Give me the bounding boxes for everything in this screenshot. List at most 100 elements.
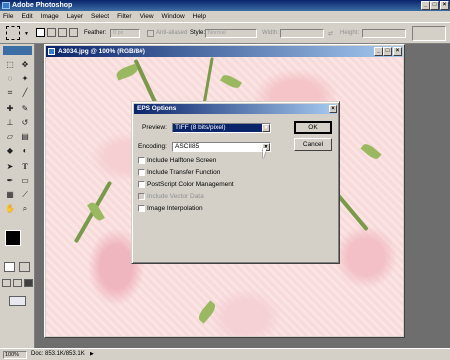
- width-label: Width:: [262, 30, 280, 36]
- subtract-selection-icon[interactable]: [58, 28, 67, 37]
- brush-icon[interactable]: ✎: [18, 102, 32, 115]
- photoshop-logo-icon: [2, 2, 10, 9]
- leaf: [360, 141, 382, 162]
- screen-mode-full-icon[interactable]: [24, 279, 33, 287]
- checkbox-label: PostScript Color Management: [147, 181, 234, 188]
- eyedropper-icon[interactable]: ⟋: [18, 188, 32, 201]
- lasso-icon[interactable]: ◌: [3, 72, 17, 85]
- postscript-color-checkbox[interactable]: PostScript Color Management: [138, 180, 234, 189]
- checkbox-label: Image Interpolation: [147, 205, 203, 212]
- toolbox-header: [3, 46, 32, 55]
- slice-icon[interactable]: ╱: [18, 86, 32, 99]
- checkbox-box[interactable]: [138, 169, 145, 176]
- menu-help[interactable]: Help: [189, 11, 210, 22]
- healing-brush-icon[interactable]: ✚: [3, 102, 17, 115]
- width-field[interactable]: [280, 29, 324, 38]
- menu-image[interactable]: Image: [37, 11, 63, 22]
- screen-mode-standard-icon[interactable]: [2, 279, 11, 287]
- toolbox: ⬚ ✥ ◌ ✦ ⌗ ╱ ✚ ✎ ⊥ ↺ ▱ ▤ ◆ ◐ ➤ T ✒ ▭ ▦ ⟋ …: [0, 44, 35, 348]
- menu-view[interactable]: View: [136, 11, 158, 22]
- menu-filter[interactable]: Filter: [113, 11, 135, 22]
- eraser-icon[interactable]: ▱: [3, 130, 17, 143]
- menu-window[interactable]: Window: [158, 11, 189, 22]
- quick-mask-icon[interactable]: [19, 262, 30, 272]
- crop-icon[interactable]: ⌗: [3, 86, 17, 99]
- app-title-bar: Adobe Photoshop _ □ ×: [0, 0, 450, 11]
- image-interpolation-checkbox[interactable]: Image Interpolation: [138, 204, 203, 213]
- style-label: Style:: [190, 30, 206, 36]
- doc-maximize-button[interactable]: □: [383, 47, 392, 56]
- height-label: Height:: [340, 30, 360, 36]
- zoom-field[interactable]: 100%: [3, 351, 27, 359]
- doc-close-button[interactable]: ×: [393, 47, 402, 56]
- shape-icon[interactable]: ▭: [18, 174, 32, 187]
- chevron-down-icon[interactable]: ▼: [24, 31, 29, 37]
- height-field[interactable]: [362, 29, 406, 38]
- preview-select[interactable]: TIFF (8 bits/pixel) ▼: [172, 123, 271, 133]
- leaf: [114, 63, 140, 81]
- halftone-checkbox[interactable]: Include Halftone Screen: [138, 156, 216, 165]
- style-select[interactable]: Normal: [205, 29, 257, 38]
- notes-icon[interactable]: ▦: [3, 188, 17, 201]
- clone-stamp-icon[interactable]: ⊥: [3, 116, 17, 129]
- antialiased-checkbox[interactable]: [147, 30, 154, 37]
- checkbox-box[interactable]: [138, 157, 145, 164]
- pen-icon[interactable]: ✒: [3, 174, 17, 187]
- feather-label: Feather:: [84, 30, 107, 36]
- dodge-icon[interactable]: ◐: [18, 144, 32, 157]
- jump-to-imageready-icon[interactable]: [9, 296, 26, 306]
- foreground-color-swatch[interactable]: [5, 230, 21, 246]
- doc-minimize-button[interactable]: _: [374, 47, 383, 56]
- checkbox-label: Include Halftone Screen: [147, 157, 217, 164]
- maximize-button[interactable]: □: [430, 1, 439, 10]
- marquee-tool-preset-icon[interactable]: [6, 26, 20, 40]
- menu-layer[interactable]: Layer: [63, 11, 87, 22]
- leaf: [196, 300, 218, 324]
- chevron-down-icon: ▼: [262, 124, 270, 132]
- vector-data-checkbox: Include Vector Data: [138, 192, 204, 201]
- type-icon[interactable]: T: [18, 160, 32, 173]
- standard-mode-icon[interactable]: [4, 262, 15, 272]
- encoding-select[interactable]: ASCII85 ▼: [172, 142, 271, 152]
- checkbox-label: Include Vector Data: [147, 193, 204, 200]
- ok-button[interactable]: OK: [294, 121, 332, 134]
- options-bar: ▼ Feather: 0 px Anti-aliased Style: Norm…: [0, 22, 450, 44]
- screen-mode-full-menu-icon[interactable]: [13, 279, 22, 287]
- zoom-icon[interactable]: ⌕: [18, 202, 32, 215]
- new-selection-icon[interactable]: [36, 28, 45, 37]
- cancel-button[interactable]: Cancel: [294, 138, 332, 151]
- app-title: Adobe Photoshop: [12, 2, 73, 9]
- checkbox-box[interactable]: [138, 181, 145, 188]
- preview-label: Preview:: [142, 124, 167, 131]
- menu-bar: File Edit Image Layer Select Filter View Window…: [0, 11, 450, 22]
- marquee-icon[interactable]: ⬚: [3, 58, 17, 71]
- minimize-button[interactable]: _: [421, 1, 430, 10]
- close-button[interactable]: ×: [440, 1, 449, 10]
- menu-select[interactable]: Select: [87, 11, 113, 22]
- document-title-bar: A3034.jpg @ 100% (RGB/8#) _ □ ×: [46, 46, 403, 57]
- blur-icon[interactable]: ◆: [3, 144, 17, 157]
- intersect-selection-icon[interactable]: [69, 28, 78, 37]
- chevron-right-icon[interactable]: ▶: [90, 349, 94, 360]
- preview-value: TIFF (8 bits/pixel): [175, 124, 226, 131]
- encoding-value: ASCII85: [175, 143, 200, 150]
- swap-icon[interactable]: ⇄: [328, 30, 333, 37]
- checkbox-box: [138, 193, 145, 200]
- history-brush-icon[interactable]: ↺: [18, 116, 32, 129]
- gradient-icon[interactable]: ▤: [18, 130, 32, 143]
- feather-field[interactable]: 0 px: [110, 29, 140, 38]
- eps-options-dialog: EPS Options × Preview: TIFF (8 bits/pixe…: [131, 101, 340, 264]
- magic-wand-icon[interactable]: ✦: [18, 72, 32, 85]
- add-selection-icon[interactable]: [47, 28, 56, 37]
- dialog-title: EPS Options: [134, 104, 337, 114]
- transfer-function-checkbox[interactable]: Include Transfer Function: [138, 168, 220, 177]
- menu-file[interactable]: File: [0, 11, 17, 22]
- menu-edit[interactable]: Edit: [17, 11, 36, 22]
- checkbox-box[interactable]: [138, 205, 145, 212]
- palette-well[interactable]: [412, 26, 446, 41]
- document-title: A3034.jpg @ 100% (RGB/8#): [58, 48, 145, 55]
- path-selection-icon[interactable]: ➤: [3, 160, 17, 173]
- dialog-close-button[interactable]: ×: [329, 105, 337, 113]
- hand-icon[interactable]: ✋: [3, 202, 17, 215]
- move-icon[interactable]: ✥: [18, 58, 32, 71]
